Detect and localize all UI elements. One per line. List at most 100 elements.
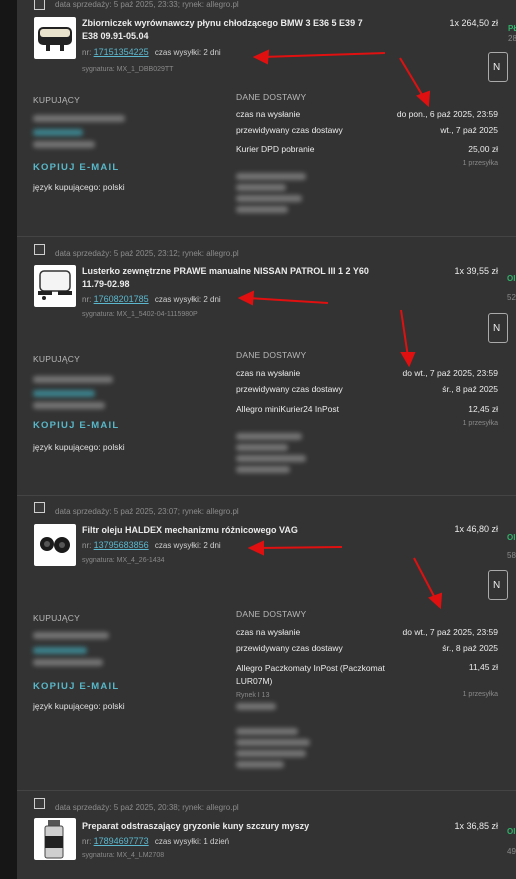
delivery-heading: DANE DOSTAWY (236, 92, 307, 102)
mirror-image (38, 270, 72, 300)
product-thumbnail[interactable] (34, 17, 76, 59)
delivery-row-value: do pon., 6 paź 2025, 23:59 (396, 109, 498, 119)
order-status-fragment: OI (507, 274, 516, 283)
product-thumbnail[interactable] (34, 818, 76, 860)
delivery-method: Kurier DPD pobranie (236, 144, 315, 154)
package-count: 1 przesyłka (462, 691, 498, 698)
offer-number-link[interactable]: 17608201785 (94, 294, 149, 304)
delivery-method: Allegro miniKurier24 InPost (236, 404, 339, 414)
product-thumbnail[interactable] (34, 265, 76, 307)
coolant-tank-image (38, 27, 72, 51)
action-button-fragment[interactable]: N (488, 570, 508, 600)
order-number-fragment: 49 (507, 847, 516, 856)
delivery-row-label: czas na wysłanie (236, 368, 301, 378)
shipping-time: czas wysyłki: 2 dni (154, 295, 221, 304)
offer-number-link[interactable]: 17894697773 (94, 836, 149, 846)
oil-filter-image (40, 537, 70, 553)
order-divider (17, 495, 516, 496)
address-line-redacted (236, 206, 288, 213)
delivery-row-label: przewidywany czas dostawy (236, 125, 343, 135)
delivery-row: przewidywany czas dostawy wt., 7 paź 202… (236, 125, 498, 135)
delivery-cost: 25,00 zł (468, 144, 498, 154)
address-line-redacted (236, 739, 310, 746)
left-gutter (0, 0, 17, 879)
offer-number-row: nr: 17894697773 czas wysyłki: 1 dzień (82, 836, 229, 846)
order-divider (17, 236, 516, 237)
delivery-row: przewidywany czas dostawy śr., 8 paź 202… (236, 384, 498, 394)
action-button-fragment[interactable]: N (488, 52, 508, 82)
order-meta: data sprzedaży: 5 paź 2025, 23:07; rynek… (55, 507, 239, 516)
buyer-login-redacted[interactable] (33, 390, 95, 397)
order-select-checkbox[interactable] (34, 798, 45, 809)
spray-can-image (44, 820, 64, 859)
orders-panel: data sprzedaży: 5 paź 2025, 23:33; rynek… (17, 0, 516, 879)
pickup-point-address: Rynek I 13 (236, 692, 270, 699)
product-title[interactable]: Filtr oleju HALDEX mechanizmu różnicoweg… (82, 524, 372, 537)
offer-signature: sygnatura: MX_1_5402-04-1115980P (82, 311, 198, 318)
action-button-fragment[interactable]: N (488, 313, 508, 343)
delivery-row-value: śr., 8 paź 2025 (442, 384, 498, 394)
address-line-redacted (236, 195, 302, 202)
product-title[interactable]: Zbiorniczek wyrównawczy płynu chłodząceg… (82, 17, 372, 43)
copy-email-button[interactable]: KOPIUJ E-MAIL (33, 420, 119, 431)
offer-number-link[interactable]: 13795683856 (94, 540, 149, 550)
buyer-phone-redacted (33, 141, 95, 148)
delivery-row-value: wt., 7 paź 2025 (440, 125, 498, 135)
package-count: 1 przesyłka (462, 420, 498, 427)
buyer-phone-redacted (33, 659, 103, 666)
package-count: 1 przesyłka (462, 160, 498, 167)
delivery-row: Kurier DPD pobranie 25,00 zł (236, 144, 498, 154)
copy-email-button[interactable]: KOPIUJ E-MAIL (33, 681, 119, 692)
order-select-checkbox[interactable] (34, 502, 45, 513)
offer-signature: sygnatura: MX_1_DBB029TT (82, 66, 174, 73)
offer-number-link[interactable]: 17151354225 (94, 47, 149, 57)
buyer-name-redacted (33, 376, 113, 383)
address-line-redacted (236, 444, 288, 451)
address-line-redacted (236, 184, 286, 191)
buyer-heading: KUPUJĄCY (33, 354, 80, 364)
buyer-name-redacted (33, 115, 125, 122)
buyer-heading: KUPUJĄCY (33, 613, 80, 623)
product-thumbnail[interactable] (34, 524, 76, 566)
offer-signature: sygnatura: MX_4_LM2708 (82, 852, 165, 859)
offer-number-row: nr: 13795683856 czas wysyłki: 2 dni (82, 540, 221, 550)
order-number-fragment: 58 (507, 551, 516, 560)
quantity-price: 1x 264,50 zł (449, 18, 498, 28)
quantity-price: 1x 39,55 zł (454, 266, 498, 276)
delivery-row: czas na wysłanie do wt., 7 paź 2025, 23:… (236, 368, 498, 378)
order-divider (17, 790, 516, 791)
order-select-checkbox[interactable] (34, 244, 45, 255)
address-line-redacted (236, 455, 306, 462)
delivery-cost: 11,45 zł (468, 662, 498, 672)
delivery-row-value: śr., 8 paź 2025 (442, 643, 498, 653)
delivery-row-label: czas na wysłanie (236, 109, 301, 119)
order-select-checkbox[interactable] (34, 0, 45, 10)
buyer-language: język kupującego: polski (33, 442, 125, 452)
buyer-phone-redacted (33, 402, 105, 409)
delivery-row-value: do wt., 7 paź 2025, 23:59 (402, 627, 498, 637)
shipping-time: czas wysyłki: 1 dzień (154, 837, 230, 846)
address-line-redacted (236, 728, 298, 735)
shipping-time: czas wysyłki: 2 dni (154, 541, 221, 550)
buyer-login-redacted[interactable] (33, 647, 87, 654)
address-line-redacted (236, 703, 276, 710)
delivery-heading: DANE DOSTAWY (236, 350, 307, 360)
order-status-fragment: OI (507, 827, 516, 836)
offer-number-label: nr: (82, 295, 92, 304)
product-title[interactable]: Lusterko zewnętrzne PRAWE manualne NISSA… (82, 265, 372, 291)
delivery-row: Allegro Paczkomaty InPost (Paczkomat LUR… (236, 662, 498, 688)
offer-number-row: nr: 17151354225 czas wysyłki: 2 dni (82, 47, 221, 57)
address-line-redacted (236, 173, 306, 180)
buyer-language: język kupującego: polski (33, 182, 125, 192)
delivery-row-label: przewidywany czas dostawy (236, 643, 343, 653)
order-status-fragment: OI (507, 533, 516, 542)
delivery-heading: DANE DOSTAWY (236, 609, 307, 619)
delivery-row-label: czas na wysłanie (236, 627, 301, 637)
delivery-row: czas na wysłanie do pon., 6 paź 2025, 23… (236, 109, 498, 119)
address-line-redacted (236, 466, 290, 473)
offer-signature: sygnatura: MX_4_26-1434 (82, 557, 165, 564)
delivery-row-label: przewidywany czas dostawy (236, 384, 343, 394)
buyer-login-redacted[interactable] (33, 129, 83, 136)
copy-email-button[interactable]: KOPIUJ E-MAIL (33, 162, 119, 173)
product-title[interactable]: Preparat odstraszający gryzonie kuny szc… (82, 820, 372, 833)
